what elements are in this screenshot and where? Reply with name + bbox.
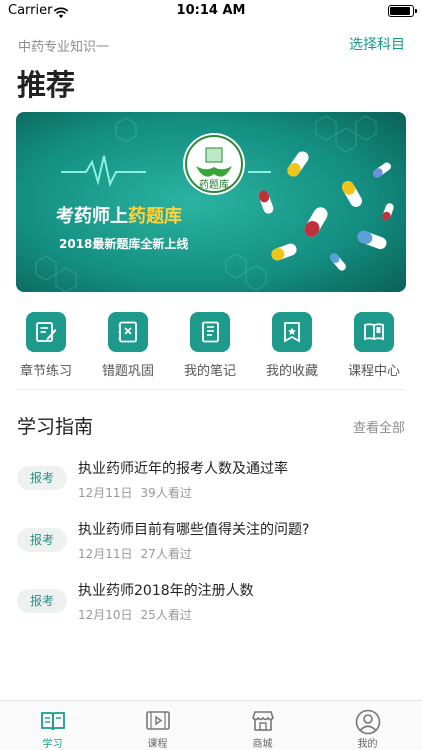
guide-list-item[interactable]: 报考 执业药师近年的报考人数及通过率 12月11日 39人看过 [0, 458, 422, 514]
guide-date: 12月11日 [78, 486, 133, 500]
tab-label: 商城 [252, 739, 273, 750]
choose-subject-button[interactable]: 选择科目 [349, 34, 405, 54]
wrong-questions-icon [108, 312, 148, 352]
guide-views: 39人看过 [140, 486, 192, 500]
guide-headline: 执业药师近年的报考人数及通过率 [78, 461, 288, 477]
section-divider [17, 389, 405, 390]
guide-meta: 12月11日 39人看过 [78, 484, 200, 501]
quick-action-label: 课程中心 [347, 364, 400, 379]
quick-action-course-center[interactable]: 课程中心 [334, 312, 414, 379]
tab-study[interactable]: 学习 [0, 701, 105, 750]
tab-label: 课程 [147, 739, 168, 750]
battery-icon [388, 5, 417, 17]
view-all-link[interactable]: 查看全部 [353, 417, 405, 436]
tab-courses[interactable]: 课程 [105, 701, 210, 750]
quick-action-chapter-practice[interactable]: 章节练习 [6, 312, 86, 379]
tab-store[interactable]: 商城 [210, 701, 315, 750]
quick-action-label: 我的笔记 [183, 364, 236, 379]
category-badge: 报考 [17, 466, 67, 490]
quick-action-label: 我的收藏 [265, 364, 318, 379]
quick-action-label: 章节练习 [19, 364, 72, 379]
store-icon [252, 711, 274, 731]
page-title: 推荐 [17, 68, 76, 102]
quick-action-wrong-questions[interactable]: 错题巩固 [88, 312, 168, 379]
clock: 10:14 AM [176, 3, 246, 18]
quick-action-label: 错题巩固 [101, 364, 154, 379]
guide-views: 27人看过 [140, 547, 192, 561]
tab-label: 学习 [42, 739, 63, 750]
guide-views: 25人看过 [140, 608, 192, 622]
current-subject: 中药专业知识一 [18, 40, 110, 55]
tab-bar: 学习 课程 商城 我的 [0, 700, 422, 750]
category-badge: 报考 [17, 589, 67, 613]
notebook-icon [190, 312, 230, 352]
guide-date: 12月10日 [78, 608, 133, 622]
banner-subline: 2018最新题库全新上线 [59, 236, 188, 251]
banner-headline-part2: 药题库 [128, 205, 182, 227]
svg-text:考药师上药题库: 考药师上药题库 [56, 205, 182, 227]
guide-headline: 执业药师2018年的注册人数 [78, 583, 254, 599]
status-bar: Carrier 10:14 AM [0, 0, 422, 22]
guide-date: 12月11日 [78, 547, 133, 561]
quick-action-favorites[interactable]: 我的收藏 [252, 312, 332, 379]
quick-actions: 章节练习 错题巩固 我的笔记 我的收藏 课程中心 [0, 312, 422, 379]
promo-banner[interactable]: 药题库 考药师上药题库 2018最新题库全新上线 [16, 112, 406, 292]
guide-list-item[interactable]: 报考 执业药师2018年的注册人数 12月10日 25人看过 [0, 580, 422, 636]
guide-meta: 12月10日 25人看过 [78, 606, 200, 623]
course-center-icon [354, 312, 394, 352]
quick-action-my-notes[interactable]: 我的笔记 [170, 312, 250, 379]
video-icon [146, 711, 170, 730]
tab-profile[interactable]: 我的 [315, 701, 420, 750]
banner-headline-part1: 考药师上 [56, 205, 128, 227]
tab-label: 我的 [357, 739, 378, 750]
guide-meta: 12月11日 27人看过 [78, 545, 200, 562]
guide-headline: 执业药师目前有哪些值得关注的问题? [78, 522, 310, 538]
category-badge: 报考 [17, 528, 67, 552]
profile-icon [355, 709, 381, 735]
guide-list-item[interactable]: 报考 执业药师目前有哪些值得关注的问题? 12月11日 27人看过 [0, 519, 422, 575]
book-icon [41, 712, 65, 731]
favorites-icon [272, 312, 312, 352]
banner-logo-text: 药题库 [199, 178, 229, 191]
edit-icon [26, 312, 66, 352]
study-guide-title: 学习指南 [17, 416, 94, 438]
